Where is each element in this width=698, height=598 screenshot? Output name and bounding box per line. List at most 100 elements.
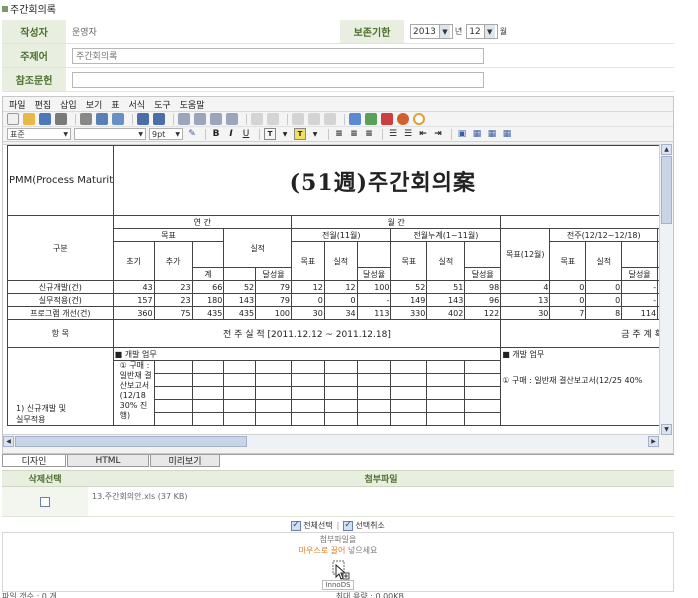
size-select[interactable]: 9pt ▼: [149, 128, 183, 140]
unordered-list-icon[interactable]: ☰: [402, 128, 414, 140]
chevron-down-icon[interactable]: ▼: [279, 128, 291, 140]
table-insert-icon[interactable]: ▦: [471, 128, 483, 140]
horizontal-scrollbar[interactable]: ◀ ▶: [3, 434, 659, 448]
table-props-icon[interactable]: ▦: [501, 128, 513, 140]
highlight-icon[interactable]: ✎: [186, 128, 198, 140]
table-cell: 23: [153, 293, 193, 307]
bold-button[interactable]: B: [210, 128, 222, 140]
menu-file[interactable]: 파일: [9, 98, 26, 111]
deselect-label[interactable]: 선택취소: [355, 520, 384, 531]
menu-table[interactable]: 표: [111, 98, 119, 111]
menu-edit[interactable]: 편집: [35, 98, 52, 111]
background-color-icon[interactable]: T: [294, 128, 306, 140]
chevron-down-icon[interactable]: ▼: [309, 128, 321, 140]
scroll-right-icon[interactable]: ▶: [648, 436, 659, 447]
chevron-down-icon: ▼: [138, 130, 143, 138]
table-cell: 143: [426, 293, 466, 307]
row-label: 실무적용(건): [7, 293, 114, 307]
special-char-icon[interactable]: ▣: [456, 128, 468, 140]
chevron-down-icon: ▼: [438, 25, 450, 38]
flash-icon[interactable]: [381, 113, 393, 125]
attachment-delete-checkbox[interactable]: [40, 496, 50, 507]
table-cell: 52: [390, 280, 428, 294]
spellcheck-icon[interactable]: [226, 113, 238, 125]
chevron-down-icon: ▼: [175, 130, 180, 138]
paste-icon[interactable]: [112, 113, 124, 125]
menu-view[interactable]: 보기: [86, 98, 103, 111]
emoticon-icon[interactable]: [413, 113, 425, 125]
horizontal-rule-icon[interactable]: [324, 113, 336, 125]
reference-label: 참조문헌: [2, 68, 66, 91]
reference-input[interactable]: [72, 71, 484, 88]
attachments-header: 삭제선택 첨부파일: [2, 470, 674, 487]
attachment-file-name[interactable]: 13.주간회의안.xls: [92, 492, 155, 501]
replace-icon[interactable]: [194, 113, 206, 125]
align-center-icon[interactable]: ≡: [348, 128, 360, 140]
table-icon[interactable]: [251, 113, 263, 125]
scroll-down-icon[interactable]: ▼: [661, 424, 672, 435]
meta-form: 작성자 운영자 보존기한 2013 ▼ 년 12 ▼ 월 주제어 주간회의록 참조문…: [2, 20, 674, 92]
open-folder-icon[interactable]: [23, 113, 35, 125]
tab-html[interactable]: HTML: [67, 455, 149, 467]
print-icon[interactable]: [55, 113, 67, 125]
outdent-icon[interactable]: [308, 113, 320, 125]
style-select-value: 표준: [10, 129, 25, 139]
year-select[interactable]: 2013 ▼: [410, 24, 453, 39]
menu-help[interactable]: 도움말: [180, 98, 205, 111]
underline-button[interactable]: U: [240, 128, 252, 140]
indent-icon[interactable]: [292, 113, 304, 125]
menu-tools[interactable]: 도구: [154, 98, 171, 111]
month-select[interactable]: 12 ▼: [466, 24, 498, 39]
table-cell: 79: [255, 280, 293, 294]
scroll-left-icon[interactable]: ◀: [3, 436, 14, 447]
col-silijeok: 실적: [223, 228, 293, 268]
vertical-scrollbar[interactable]: ▲ ▼: [659, 144, 673, 435]
table-cell: 0: [549, 280, 587, 294]
align-left-icon[interactable]: ≡: [333, 128, 345, 140]
style-select[interactable]: 표준 ▼: [7, 128, 71, 140]
align-right-icon[interactable]: ≡: [363, 128, 375, 140]
table-row: 프로그램 개선(건) 360 75 435 435 100 30 34 113 …: [7, 306, 659, 320]
menu-insert[interactable]: 삽입: [60, 98, 77, 111]
vertical-scroll-thumb[interactable]: [661, 156, 672, 224]
author-value: 운영자: [72, 28, 97, 38]
table-cell: 114: [621, 306, 659, 320]
menu-format[interactable]: 서식: [129, 98, 146, 111]
text-color-icon[interactable]: T: [264, 128, 276, 140]
col-yeongan: 연 간: [112, 215, 293, 229]
ordered-list-icon[interactable]: ☰: [387, 128, 399, 140]
editor-document-area[interactable]: PMM(Process Maturity Management)실천 (51週)…: [3, 144, 659, 435]
redo-icon[interactable]: [153, 113, 165, 125]
italic-button[interactable]: I: [225, 128, 237, 140]
select-all-checkbox[interactable]: [291, 520, 302, 531]
table-cell: 98: [464, 280, 502, 294]
select-all-label[interactable]: 전체선택: [303, 520, 332, 531]
decrease-indent-icon[interactable]: ⇤: [417, 128, 429, 140]
cut-icon[interactable]: [80, 113, 92, 125]
deselect-checkbox[interactable]: [343, 520, 354, 531]
bullet-list-icon[interactable]: [267, 113, 279, 125]
cell-props-icon[interactable]: ▦: [486, 128, 498, 140]
horizontal-scroll-thumb[interactable]: [15, 436, 247, 447]
copy-icon[interactable]: [96, 113, 108, 125]
link-icon[interactable]: [349, 113, 361, 125]
select-all-icon[interactable]: [210, 113, 222, 125]
table-cell: 0: [323, 293, 358, 307]
font-select[interactable]: ▼: [74, 128, 146, 140]
tab-design[interactable]: 디자인: [2, 455, 66, 467]
tab-preview[interactable]: 미리보기: [150, 455, 220, 467]
save-icon[interactable]: [39, 113, 51, 125]
file-drop-zone[interactable]: 첨부파일을 마우스로 끌어 넣으세요 InnoDS: [2, 532, 674, 592]
toolbar-divider: [259, 128, 260, 140]
window-title: 주간회의록: [10, 5, 56, 16]
image-icon[interactable]: [365, 113, 377, 125]
increase-indent-icon[interactable]: ⇥: [432, 128, 444, 140]
new-document-icon[interactable]: [7, 113, 19, 125]
scroll-up-icon[interactable]: ▲: [661, 144, 672, 155]
find-icon[interactable]: [178, 113, 190, 125]
undo-icon[interactable]: [137, 113, 149, 125]
max-size-status: 최대 용량 : 0.00KB: [335, 592, 404, 598]
attachments-section: 삭제선택 첨부파일 13.주간회의안.xls (37 KB) 전체선택 | 선택…: [2, 470, 674, 592]
media-icon[interactable]: [397, 113, 409, 125]
subject-input[interactable]: 주간회의록: [72, 47, 484, 64]
